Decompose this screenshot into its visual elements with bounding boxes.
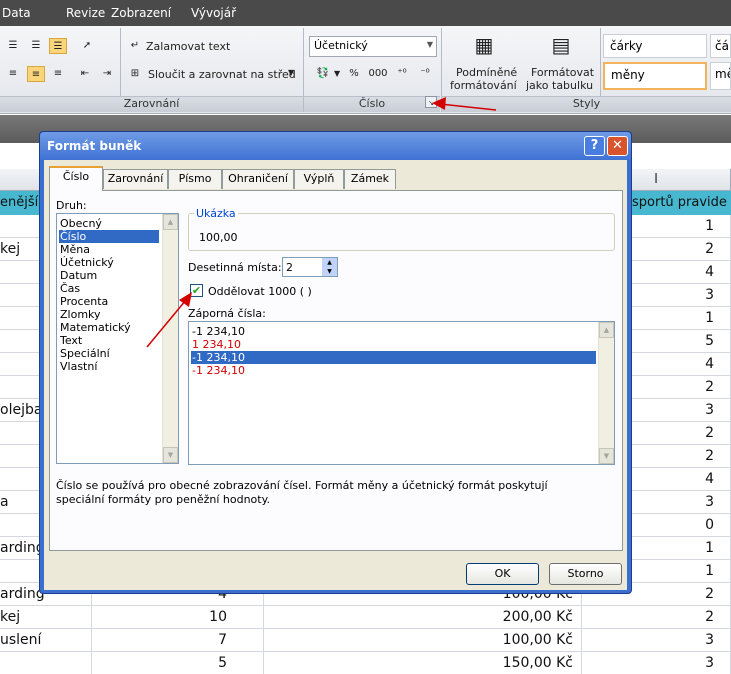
annotation-arrow-checkbox [146,292,192,348]
tab-number[interactable]: Číslo [49,166,103,191]
arrow-checkbox-head [179,292,192,307]
arrow-checkbox-line [146,299,187,348]
